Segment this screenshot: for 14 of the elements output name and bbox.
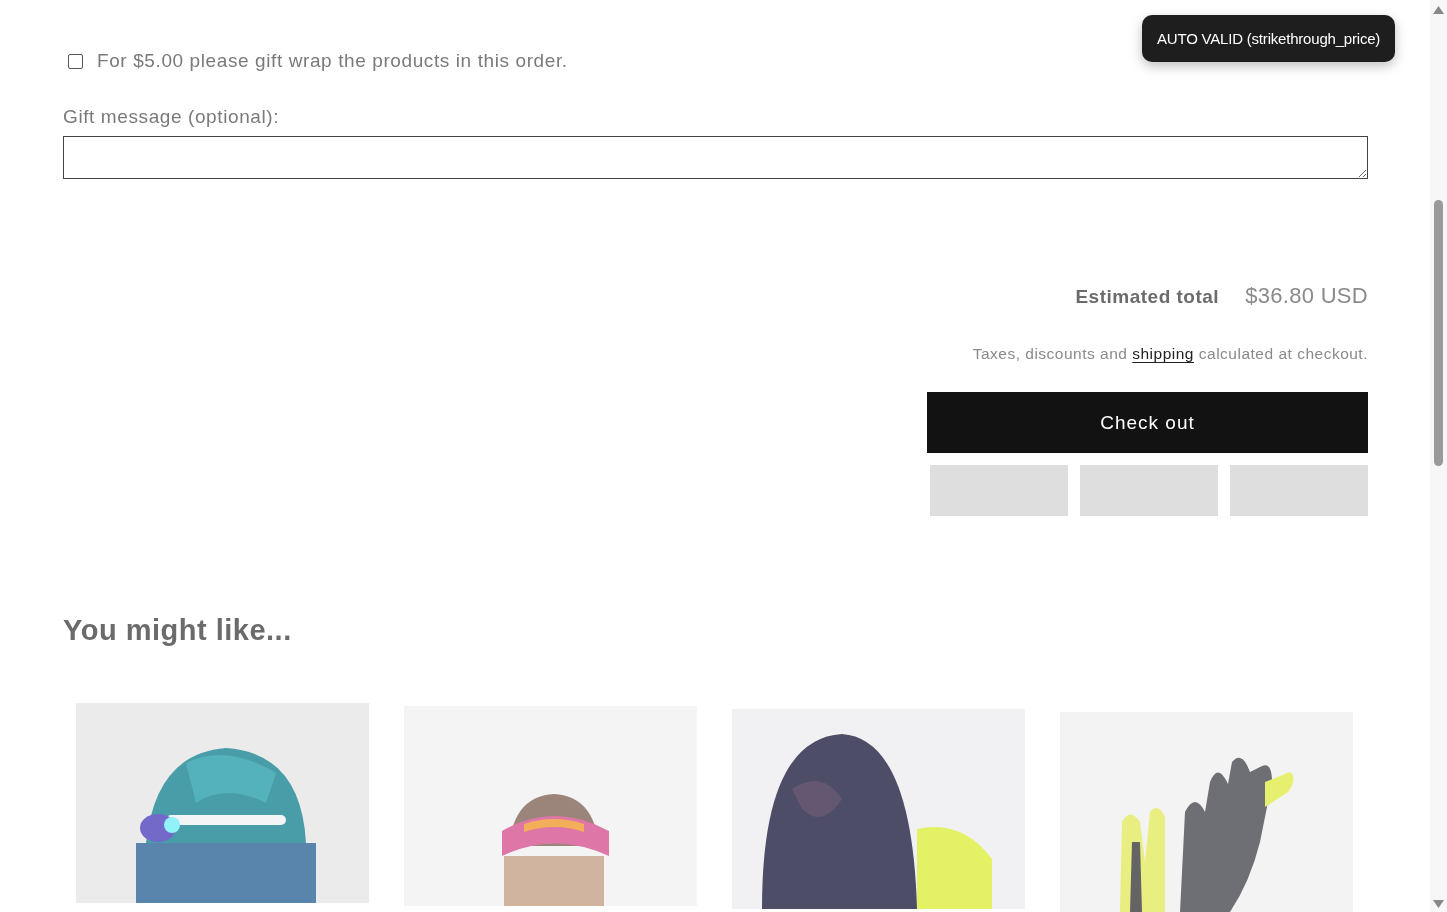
toast-message: AUTO VALID (strikethrough_price) — [1142, 15, 1396, 62]
gift-message-label: Gift message (optional): — [63, 106, 281, 128]
gift-wrap-checkbox[interactable] — [68, 53, 83, 69]
gift-message-field[interactable] — [63, 136, 1368, 179]
scrollbar-thumb[interactable] — [1434, 200, 1443, 466]
gift-wrap-label: For $5.00 please gift wrap the products in this order. — [97, 50, 568, 72]
total-label: Estimated total — [1075, 286, 1220, 308]
total-value: $36.80 USD — [1245, 283, 1368, 309]
shipping-link[interactable]: shipping — [1132, 345, 1194, 362]
scroll-down-icon[interactable] — [1433, 900, 1444, 908]
scroll-up-icon[interactable] — [1433, 6, 1444, 14]
checkout-button[interactable]: Check out — [927, 392, 1368, 453]
checkout-note: Taxes, discounts and shipping calculated at checkout. — [972, 345, 1368, 363]
recommendations-heading: You might like... — [63, 614, 293, 647]
